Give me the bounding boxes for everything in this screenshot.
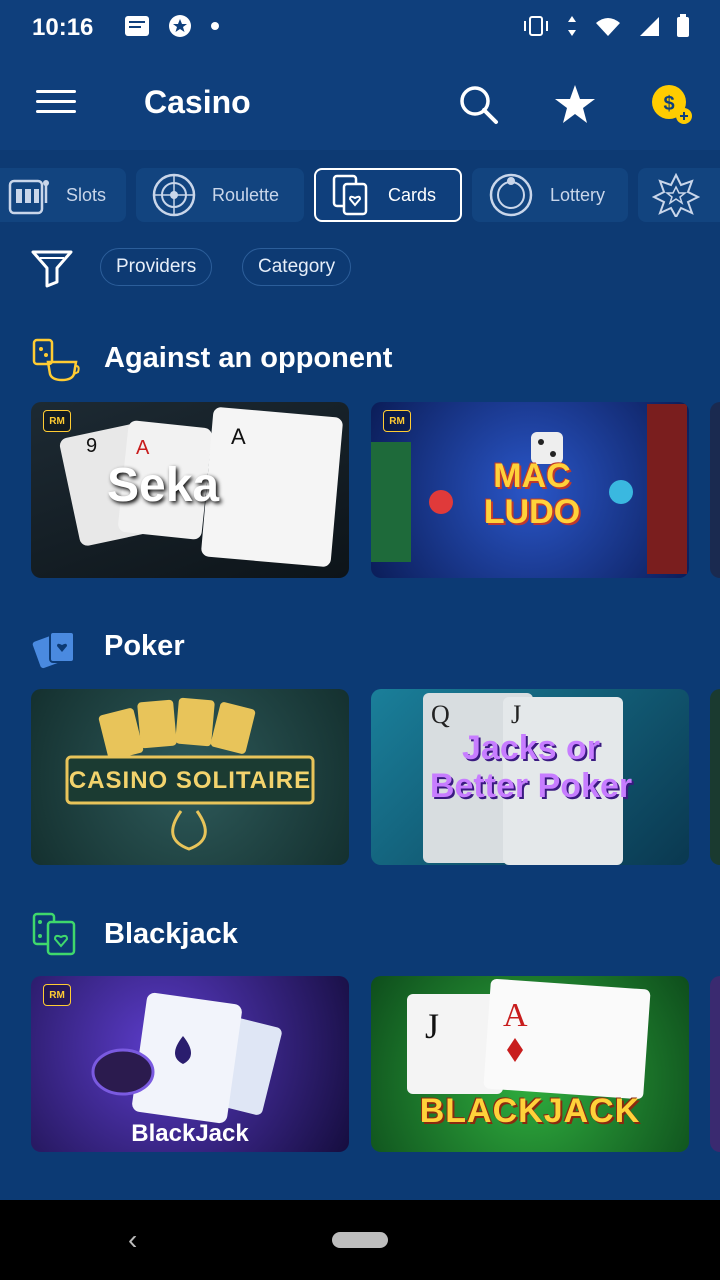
providers-chip[interactable]: Providers	[100, 248, 213, 286]
tab-roulette-label: Roulette	[212, 184, 280, 205]
back-icon[interactable]: ‹	[128, 1224, 137, 1256]
opponent-cards-icon	[32, 338, 80, 382]
message-icon	[125, 16, 149, 36]
svg-text:$: $	[663, 93, 674, 115]
star-circle-icon	[169, 15, 191, 37]
svg-text:A: A	[503, 997, 528, 1034]
game-label-blackjack-rm: BlackJack	[131, 1120, 249, 1147]
tab-lottery[interactable]: Lottery	[472, 168, 628, 222]
game-tile-partial[interactable]	[710, 402, 720, 578]
app-bar: Casino $	[0, 58, 720, 150]
poker-cards-icon	[32, 631, 75, 669]
game-label-jacks-or-better: Jacks or Better Poker	[429, 729, 633, 805]
tab-lottery-label: Lottery	[550, 184, 606, 205]
svg-text:J: J	[425, 1006, 439, 1046]
deposit-coin-icon[interactable]: $	[650, 82, 694, 126]
game-tile-jacks-or-better[interactable]: Q J Jacks or Better Poker	[371, 689, 689, 865]
slot-machine-icon	[8, 179, 49, 215]
vibrate-icon	[524, 16, 548, 36]
game-label-blackjack: BLACKJACK	[419, 1092, 641, 1130]
menu-icon[interactable]	[36, 90, 76, 120]
game-tile-casino-solitaire[interactable]: CASINO SOLITAIRE	[31, 689, 349, 865]
lottery-icon	[489, 173, 533, 217]
wifi-icon	[596, 18, 620, 36]
data-arrows-icon	[568, 16, 576, 36]
game-tile-partial[interactable]	[710, 689, 720, 865]
system-nav-bar: ‹	[0, 1200, 720, 1280]
section-title-opponent: Against an opponent	[104, 342, 393, 374]
rm-badge: RM	[43, 410, 71, 432]
game-tile-blackjack[interactable]: J A BLACKJACK	[371, 976, 689, 1152]
game-tile-mac-ludo[interactable]: RM MAC LUDO	[371, 402, 689, 578]
section-title-poker: Poker	[104, 630, 185, 662]
tab-slots-label: Slots	[66, 184, 107, 205]
cards-icon	[332, 174, 368, 216]
svg-text:A: A	[231, 424, 246, 449]
blackjack-cards-icon	[32, 912, 76, 956]
game-label-casino-solitaire: CASINO SOLITAIRE	[68, 767, 312, 794]
status-left-icons	[124, 14, 220, 38]
rm-badge: RM	[383, 410, 411, 432]
category-chip[interactable]: Category	[242, 248, 352, 286]
game-tile-partial[interactable]	[710, 976, 720, 1152]
svg-text:J: J	[511, 700, 521, 729]
search-icon[interactable]	[456, 82, 500, 126]
status-bar: 10:16	[0, 0, 720, 58]
game-label-mac-ludo: MAC LUDO	[483, 457, 581, 531]
category-tabs: Slots Roulette Cards Lottery	[0, 160, 720, 230]
game-tile-seka[interactable]: A A 9 RM Seka	[31, 402, 349, 578]
tab-cards-label: Cards	[388, 184, 437, 205]
tab-more[interactable]	[638, 168, 720, 222]
roulette-icon	[152, 173, 196, 217]
status-time: 10:16	[32, 14, 94, 41]
section-title-blackjack: Blackjack	[104, 918, 238, 950]
battery-icon	[677, 14, 689, 37]
page-title: Casino	[144, 84, 251, 120]
filter-icon[interactable]	[30, 248, 74, 288]
game-tile-blackjack-rm[interactable]: RM BlackJack	[31, 976, 349, 1152]
favorites-star-icon[interactable]	[553, 82, 597, 126]
svg-text:A: A	[136, 437, 150, 459]
signal-icon	[640, 17, 659, 36]
star-badge-icon	[652, 173, 700, 217]
game-label-seka: Seka	[107, 459, 220, 512]
status-right-icons	[522, 14, 690, 38]
home-pill-icon[interactable]	[332, 1232, 388, 1248]
tab-slots[interactable]: Slots	[0, 168, 126, 222]
dot-icon	[211, 22, 219, 30]
filters-bar: Providers Category	[0, 236, 720, 300]
tab-roulette[interactable]: Roulette	[136, 168, 304, 222]
rm-badge: RM	[43, 984, 71, 1006]
games-content: Against an opponent A A 9 RM Seka RM MAC…	[0, 300, 720, 1200]
svg-text:9: 9	[86, 435, 97, 457]
svg-text:Q: Q	[431, 700, 450, 729]
tab-cards[interactable]: Cards	[314, 168, 462, 222]
